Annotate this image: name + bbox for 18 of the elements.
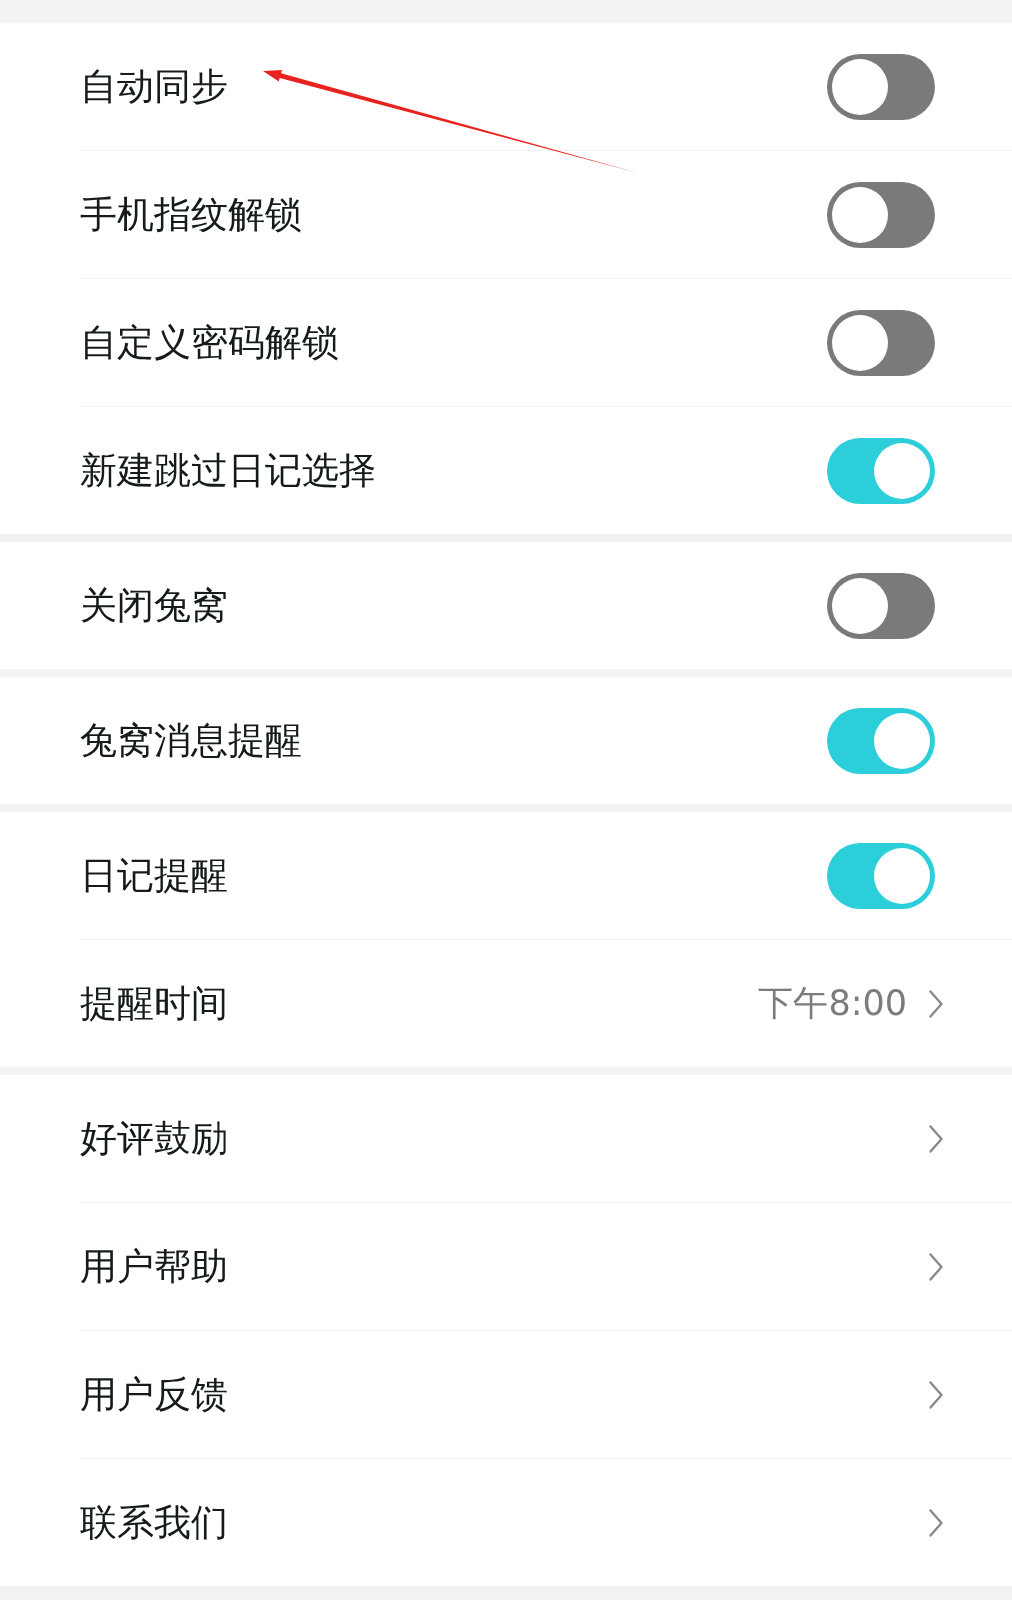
setting-label: 自动同步 bbox=[80, 68, 228, 105]
setting-label[interactable]: 好评鼓励 bbox=[80, 1120, 228, 1157]
chevron-right-icon bbox=[929, 1508, 943, 1537]
time-value: 下午8:00 bbox=[758, 986, 907, 1021]
setting-label[interactable]: 提醒时间 bbox=[80, 985, 228, 1022]
setting-label: 兔窝消息提醒 bbox=[80, 722, 302, 759]
setting-label: 关闭兔窝 bbox=[80, 587, 228, 624]
setting-label[interactable]: 用户反馈 bbox=[80, 1376, 228, 1413]
setting-label: 新建跳过日记选择 bbox=[80, 452, 376, 489]
setting-label[interactable]: 用户帮助 bbox=[80, 1248, 228, 1285]
chevron-right-icon bbox=[929, 989, 943, 1018]
setting-label: 日记提醒 bbox=[80, 857, 228, 894]
chevron-right-icon bbox=[929, 1252, 943, 1281]
setting-label[interactable]: 联系我们 bbox=[80, 1504, 228, 1541]
setting-label: 自定义密码解锁 bbox=[80, 324, 339, 361]
chevron-right-icon bbox=[929, 1124, 943, 1153]
setting-label: 手机指纹解锁 bbox=[80, 196, 302, 233]
chevron-right-icon bbox=[929, 1380, 943, 1409]
